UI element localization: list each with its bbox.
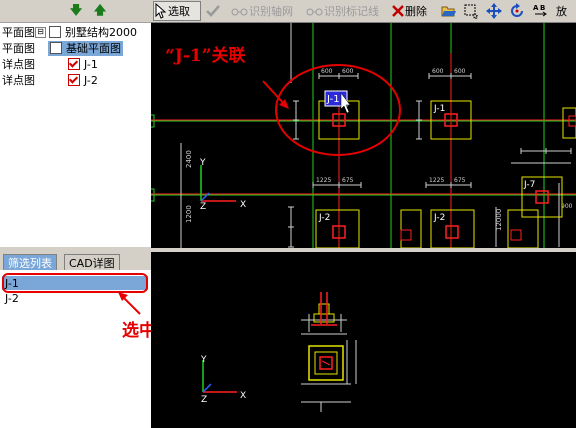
main-toolbar: 选取 识别轴网 识别标记线 删除 AB 放 <box>151 0 576 23</box>
tab-cad-detail[interactable]: CAD详图 <box>64 254 120 270</box>
dim-label: 600 <box>432 68 444 75</box>
identify-marker-label: 识别标记线 <box>324 5 379 18</box>
identify-axis-label: 识别轴网 <box>249 5 293 18</box>
footing-label: J-7 <box>523 180 535 190</box>
checkmark-icon <box>206 5 220 17</box>
tree-row-detail-j2[interactable]: 详点图 J-2 <box>0 72 151 88</box>
ucs-axes: Y Z X <box>200 355 246 405</box>
dim-label: 12000 <box>495 209 503 231</box>
rotate-icon <box>511 3 523 17</box>
dim-label: 600 <box>321 68 333 75</box>
move-down-icon[interactable]: 🡇 <box>68 3 84 19</box>
glasses-icon <box>231 8 248 16</box>
identify-marker-button[interactable]: 识别标记线 <box>306 1 379 21</box>
tree-row-foundation-plan[interactable]: 平面图 基础平面图 <box>0 40 151 56</box>
find-replace-icon: AB <box>533 4 547 17</box>
delete-button[interactable]: 删除 <box>391 1 427 21</box>
delete-label: 删除 <box>405 5 427 18</box>
delete-x-icon <box>392 5 404 17</box>
pan-button[interactable] <box>486 1 504 21</box>
glasses-icon <box>306 8 323 16</box>
select-label: 选取 <box>168 5 190 18</box>
window-select-button[interactable] <box>463 1 481 21</box>
cad-detail-view[interactable]: Y Z X <box>151 252 576 428</box>
axis-label-x: X <box>240 391 246 401</box>
tree-checkbox-checked[interactable] <box>68 58 80 70</box>
associate-annotation: “J-1”关联 <box>165 46 246 66</box>
footing-j7[interactable]: J-7 <box>521 176 563 218</box>
dim-label: 600 <box>454 68 466 75</box>
tree-row-structure-plan[interactable]: 平面图 ⊟ 别墅结构2000 <box>0 24 151 40</box>
dim-label: 2400 <box>185 150 193 168</box>
collapse-icon[interactable]: ⊟ <box>35 26 46 38</box>
axis-label-y: Y <box>200 355 207 365</box>
tree-checkbox[interactable] <box>49 26 61 38</box>
marquee-select-icon <box>464 4 479 19</box>
cursor-icon <box>155 3 167 19</box>
dim-label: 1200 <box>185 205 193 223</box>
tree-row-label: J-2 <box>84 73 98 87</box>
cad-plan-view[interactable]: 600 600 600 600 1225 675 1225 675 900 J-… <box>151 23 576 249</box>
cad-detail-drawing: Y Z X <box>200 292 357 412</box>
dim-label: 675 <box>454 177 466 184</box>
highlight-ellipse <box>275 64 401 156</box>
axis-label-x: X <box>240 200 246 210</box>
rotate-button[interactable] <box>509 1 527 21</box>
tree-row-label: 别墅结构2000 <box>65 26 137 39</box>
select-button[interactable]: 选取 <box>153 1 201 21</box>
open-button[interactable] <box>441 1 459 21</box>
dim-label: 1225 <box>429 177 444 184</box>
confirm-button[interactable] <box>205 1 225 21</box>
tree-row-kind: 平面图 <box>2 42 35 55</box>
axis-label-z: Z <box>200 202 206 212</box>
dim-label: 900 <box>561 203 573 210</box>
footing-label: J-1 <box>433 104 445 114</box>
footing-label: J-2 <box>318 213 330 223</box>
axis-label-z: Z <box>201 395 207 405</box>
footing-j2[interactable]: J-2 <box>430 209 475 249</box>
tree-row-label: 基础平面图 <box>66 42 121 55</box>
svg-text:B: B <box>540 4 545 12</box>
tab-filter-list[interactable]: 筛选列表 <box>3 254 57 270</box>
zoom-button[interactable]: 放 <box>556 1 567 21</box>
axis-label-y: Y <box>199 158 206 168</box>
footing-section <box>301 292 347 335</box>
tree-selection-highlight: 基础平面图 <box>48 40 123 56</box>
detail-tabs: 筛选列表 CAD详图 <box>0 252 151 270</box>
tree-row-detail-j1[interactable]: 详点图 J-1 <box>0 56 151 72</box>
identify-axis-button[interactable]: 识别轴网 <box>231 1 293 21</box>
dim-label: 675 <box>342 177 354 184</box>
move-up-icon[interactable]: 🡅 <box>92 3 108 19</box>
move-arrows-icon <box>486 3 502 19</box>
tree-row-label: J-1 <box>84 57 98 71</box>
footing-label: J-2 <box>433 213 445 223</box>
svg-text:A: A <box>533 4 539 12</box>
tree-toolbar: 🡇 🡅 <box>0 0 151 23</box>
tree-row-kind: 详点图 <box>2 74 35 87</box>
tree-checkbox-checked[interactable] <box>68 74 80 86</box>
drawing-tree-panel: 🡇 🡅 平面图 ⊟ 别墅结构2000 平面图 基础平面图 详点图 J-1 详点图… <box>0 0 152 247</box>
tree-row-kind: 平面图 <box>2 26 35 39</box>
ucs-axes: Y Z X <box>199 158 246 212</box>
find-replace-button[interactable]: AB <box>532 1 550 21</box>
tree-checkbox[interactable] <box>50 42 62 54</box>
footing-j2[interactable]: J-2 <box>315 209 360 249</box>
zoom-label: 放 <box>556 5 567 18</box>
tree-row-kind: 详点图 <box>2 58 35 71</box>
dim-label: 600 <box>342 68 354 75</box>
detail-list-panel: J-1 J-2 选中“J-1” <box>0 270 202 428</box>
folder-open-icon <box>441 6 456 17</box>
callout-arrow <box>118 292 141 315</box>
dim-label: 1225 <box>316 177 331 184</box>
footing-plan <box>301 340 357 412</box>
footing-label: J-1 <box>326 94 340 105</box>
